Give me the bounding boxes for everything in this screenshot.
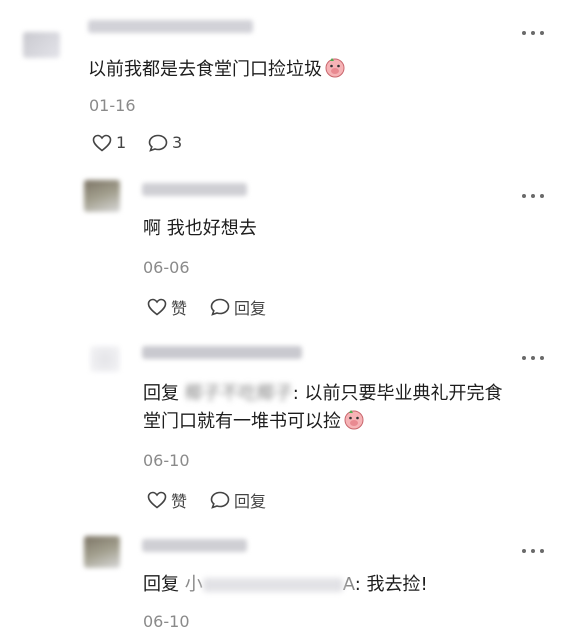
like-label: 赞	[171, 492, 188, 511]
username[interactable]	[142, 346, 307, 362]
like-label: 赞	[171, 299, 188, 318]
reply-label: 回复	[234, 492, 267, 511]
crying-pig-emoji-icon	[344, 410, 364, 430]
reply-to-username[interactable]: 椰子不吃椰子	[185, 380, 293, 408]
comment-date: 06-10	[143, 451, 190, 470]
more-options-button[interactable]	[521, 543, 547, 559]
like-button[interactable]: 赞	[147, 488, 187, 512]
comment-date: 06-10	[143, 612, 190, 631]
reply-button[interactable]: 回复	[210, 295, 266, 319]
reply-button[interactable]: 回复	[210, 488, 266, 512]
avatar[interactable]	[23, 32, 60, 58]
heart-icon	[92, 134, 112, 152]
speech-bubble-icon	[148, 134, 168, 152]
reply-label: 回复	[234, 299, 267, 318]
more-options-button[interactable]	[521, 350, 547, 366]
like-count: 1	[116, 133, 127, 152]
reply-prefix: 回复	[143, 574, 179, 595]
heart-icon	[147, 491, 167, 509]
reply-prefix: 回复	[143, 383, 179, 404]
comment-date: 01-16	[89, 96, 136, 115]
more-options-button[interactable]	[521, 25, 547, 41]
more-options-button[interactable]	[521, 188, 547, 204]
heart-icon	[147, 298, 167, 316]
speech-bubble-icon	[210, 491, 230, 509]
avatar[interactable]	[90, 346, 120, 372]
avatar[interactable]	[84, 180, 120, 212]
crying-pig-emoji-icon	[325, 58, 345, 78]
reply-button[interactable]: 3	[148, 133, 182, 152]
like-button[interactable]: 赞	[147, 295, 187, 319]
reply-to-username[interactable]: 小A	[185, 574, 355, 595]
avatar[interactable]	[84, 536, 120, 568]
comment-text: 回复 小 A: 我去捡!	[143, 574, 428, 595]
comment-text: 回复 椰子不吃椰子: 以前只要毕业典礼开完食 堂门口就有一堆书可以捡	[143, 380, 553, 436]
comment-text: 啊 我也好想去	[143, 218, 257, 239]
reply-count: 3	[172, 133, 183, 152]
like-button[interactable]: 1	[92, 133, 126, 152]
username[interactable]	[88, 20, 258, 36]
comment-text: 以前我都是去食堂门口捡垃圾	[88, 56, 346, 84]
username[interactable]	[142, 183, 252, 199]
speech-bubble-icon	[210, 298, 230, 316]
username[interactable]	[142, 539, 252, 555]
comment-date: 06-06	[143, 258, 190, 277]
